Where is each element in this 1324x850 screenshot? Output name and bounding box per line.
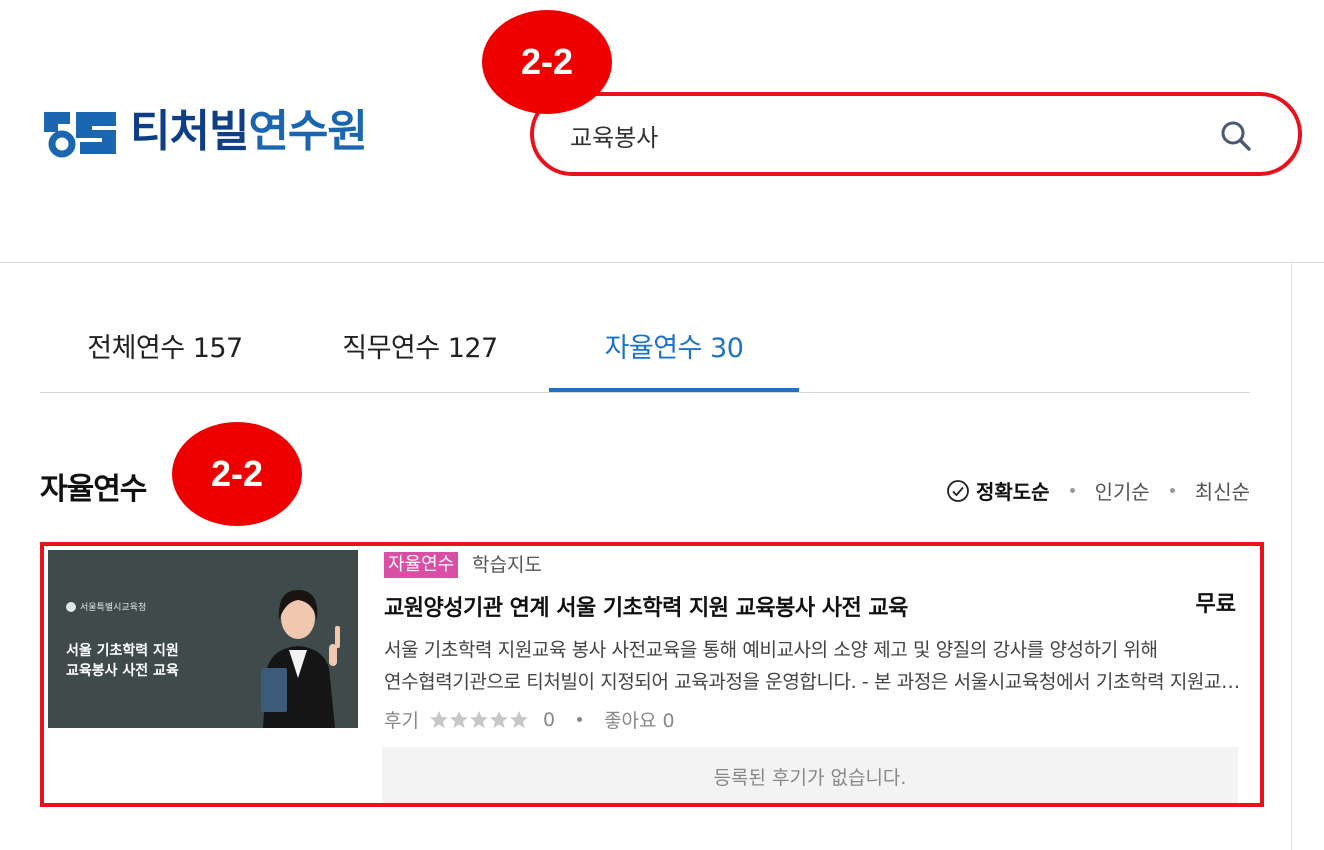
- like-count[interactable]: 좋아요 0: [604, 706, 675, 733]
- logo-mark-icon: [44, 112, 116, 158]
- star-icon: [489, 710, 508, 728]
- course-description: 서울 기초학력 지원교육 봉사 사전교육을 통해 예비교사의 소양 제고 및 양…: [384, 634, 1244, 698]
- annotation-badge-results: 2-2: [172, 422, 302, 526]
- tab-job-courses[interactable]: 직무연수 127: [295, 318, 545, 392]
- meta-separator: [577, 717, 583, 722]
- site-logo[interactable]: 티처빌연수원: [40, 100, 368, 164]
- course-description-line: 서울 기초학력 지원교육 봉사 사전교육을 통해 예비교사의 소양 제고 및 양…: [384, 639, 1158, 661]
- logo-text-main: 티처빌: [130, 106, 249, 157]
- section-title: 자율연수: [40, 472, 147, 507]
- search-icon[interactable]: [1218, 118, 1254, 154]
- sort-separator: [1069, 488, 1075, 493]
- check-circle-icon: [947, 479, 969, 502]
- tab-self-courses[interactable]: 자율연수 30: [549, 318, 799, 392]
- review-label: 후기: [384, 710, 419, 732]
- thumbnail-line-2: 교육봉사 사전 교육: [66, 663, 179, 679]
- course-description-line: 연수협력기관으로 티처빌이 지정되어 교육과정을 운영합니다. - 본 과정은 …: [384, 671, 1244, 693]
- sort-options: 정확도순 인기순 최신순: [946, 476, 1250, 505]
- course-price: 무료: [1195, 592, 1236, 617]
- sort-accuracy-label: 정확도순: [975, 480, 1050, 504]
- org-emblem-icon: [66, 601, 76, 612]
- star-icon: [469, 710, 488, 728]
- header-divider: [0, 262, 1324, 263]
- annotation-badge-search: 2-2: [482, 10, 612, 114]
- rating-stars: [429, 710, 529, 730]
- course-card[interactable]: 서울특별시교육청 서울 기초학력 지원 교육봉사 사전 교육 자율연수 학습지도…: [40, 542, 1264, 807]
- thumbnail-line-1: 서울 기초학력 지원: [66, 643, 179, 659]
- search-input[interactable]: [568, 114, 1172, 156]
- logo-text-sub: 연수원: [248, 106, 367, 157]
- course-thumbnail[interactable]: 서울특별시교육청 서울 기초학력 지원 교육봉사 사전 교육: [48, 550, 358, 728]
- course-meta: 후기 0 좋아요 0: [384, 706, 675, 733]
- thumbnail-org: 서울특별시교육청: [66, 600, 146, 613]
- review-count: 0: [542, 708, 556, 731]
- search-bar: [530, 92, 1302, 176]
- sort-popular[interactable]: 인기순: [1095, 476, 1150, 505]
- star-icon: [429, 710, 448, 728]
- course-type-tabs: 전체연수 157 직무연수 127 자율연수 30: [40, 318, 1250, 393]
- course-tag: 자율연수: [384, 552, 459, 578]
- no-review-message: 등록된 후기가 없습니다.: [382, 747, 1238, 803]
- instructor-photo: [261, 590, 340, 728]
- star-icon: [449, 710, 468, 728]
- tab-all-courses[interactable]: 전체연수 157: [40, 318, 290, 392]
- course-title[interactable]: 교원양성기관 연계 서울 기초학력 지원 교육봉사 사전 교육: [384, 590, 908, 622]
- star-icon: [509, 710, 528, 728]
- sort-latest[interactable]: 최신순: [1195, 476, 1250, 505]
- sort-accuracy[interactable]: 정확도순: [946, 476, 1050, 505]
- sort-separator: [1169, 488, 1175, 493]
- sidebar-divider: [1291, 263, 1292, 850]
- course-category: 학습지도: [472, 554, 542, 576]
